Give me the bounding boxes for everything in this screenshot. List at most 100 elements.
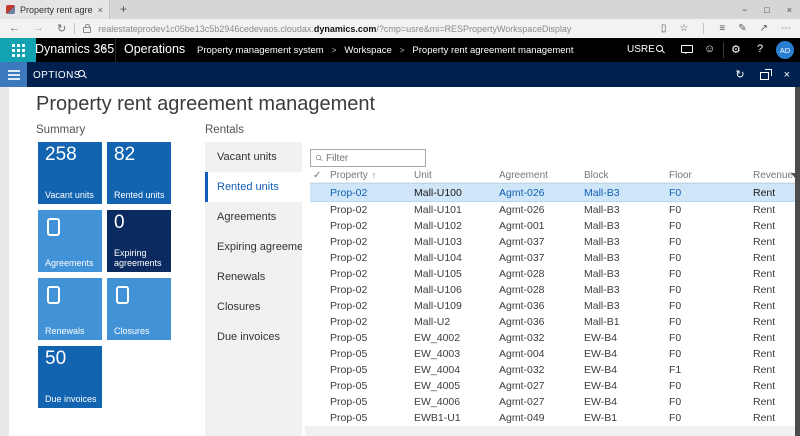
breadcrumb-separator: > bbox=[400, 46, 405, 55]
settings-gear-icon[interactable]: ⚙ bbox=[731, 43, 741, 56]
table-row[interactable]: Prop-02Mall-U2Agmt-036Mall-B1F0Rent bbox=[310, 314, 795, 330]
table-row[interactable]: Prop-02Mall-U106Agmt-028Mall-B3F0Rent bbox=[310, 282, 795, 298]
action-search-icon[interactable] bbox=[78, 70, 85, 77]
browser-tab[interactable]: Property rent agreemer × bbox=[0, 0, 110, 19]
tab-expiring-agreements[interactable]: Expiring agreements bbox=[205, 232, 302, 262]
tab-close-icon[interactable]: × bbox=[98, 5, 103, 15]
tab-renewals[interactable]: Renewals bbox=[205, 262, 302, 292]
table-row[interactable]: Prop-02Mall-U103Agmt-037Mall-B3F0Rent bbox=[310, 234, 795, 250]
table-row[interactable]: Prop-05EW_4004Agmt-032EW-B4F1Rent bbox=[310, 362, 795, 378]
summary-tile-expiring-agreements[interactable]: 0Expiring agreements bbox=[107, 210, 171, 272]
url-suffix: /?cmp=usre&mi=RESPropertyWorkspaceDispla… bbox=[376, 24, 571, 34]
cell-block[interactable]: Mall-B3 bbox=[582, 187, 667, 199]
table-row[interactable]: Prop-02Mall-U101Agmt-026Mall-B3F0Rent bbox=[310, 202, 795, 218]
more-icon[interactable]: ⋯ bbox=[781, 23, 791, 34]
chevron-down-icon[interactable]: ∨ bbox=[101, 43, 107, 52]
close-page-icon[interactable]: × bbox=[784, 69, 790, 81]
table-row[interactable]: Prop-05EW_4002Agmt-032EW-B4F0Rent bbox=[310, 330, 795, 346]
column-header-revenue-type[interactable]: Revenue type bbox=[745, 170, 795, 181]
cell-revenue: Rent bbox=[745, 268, 795, 280]
tile-label: Renewals bbox=[45, 326, 99, 336]
hub-icon[interactable]: ≡ bbox=[719, 23, 725, 34]
table-row[interactable]: Prop-02Mall-U104Agmt-037Mall-B3F0Rent bbox=[310, 250, 795, 266]
breadcrumb-area[interactable]: Workspace bbox=[344, 45, 391, 56]
back-icon[interactable]: ← bbox=[9, 22, 20, 35]
window-minimize-icon[interactable]: − bbox=[742, 5, 747, 15]
cell-floor: F0 bbox=[667, 236, 745, 248]
cell-unit: Mall-U103 bbox=[412, 236, 497, 248]
summary-tile-renewals[interactable]: Renewals bbox=[38, 278, 102, 340]
reading-mode-icon[interactable]: ▯ bbox=[661, 23, 667, 34]
cell-revenue: Rent bbox=[745, 220, 795, 232]
refresh-page-icon[interactable]: ↻ bbox=[735, 68, 744, 81]
cell-revenue: Rent bbox=[745, 252, 795, 264]
cell-agreement[interactable]: Agmt-026 bbox=[497, 187, 582, 199]
new-tab-icon[interactable]: + bbox=[120, 2, 127, 16]
table-row[interactable]: Prop-02Mall-U102Agmt-001Mall-B3F0Rent bbox=[310, 218, 795, 234]
smiley-icon[interactable]: ☺ bbox=[704, 43, 715, 55]
tab-closures[interactable]: Closures bbox=[205, 292, 302, 322]
tab-vacant-units[interactable]: Vacant units bbox=[205, 142, 302, 172]
cell-agreement: Agmt-004 bbox=[497, 348, 582, 360]
nav-menu-button[interactable] bbox=[0, 62, 27, 87]
header-check-icon[interactable]: ✓ bbox=[310, 170, 328, 181]
filter-input[interactable] bbox=[326, 151, 423, 165]
cell-block: Mall-B3 bbox=[582, 204, 667, 216]
table-row[interactable]: Prop-05EW_4005Agmt-027EW-B4F0Rent bbox=[310, 378, 795, 394]
table-row[interactable]: Prop-02Mall-U100Agmt-026Mall-B3F0Rent bbox=[310, 183, 795, 202]
cell-property: Prop-02 bbox=[328, 252, 412, 264]
rentals-section-label: Rentals bbox=[205, 124, 244, 136]
company-picker[interactable]: USRE bbox=[627, 44, 655, 55]
feedback-icon[interactable] bbox=[681, 45, 693, 53]
breadcrumb-module[interactable]: Property management system bbox=[197, 45, 324, 56]
favorites-star-icon[interactable]: ☆ bbox=[679, 23, 688, 34]
annotate-icon[interactable]: ✎ bbox=[738, 23, 746, 34]
cell-unit: Mall-U106 bbox=[412, 284, 497, 296]
table-row[interactable]: Prop-02Mall-U105Agmt-028Mall-B3F0Rent bbox=[310, 266, 795, 282]
cell-floor[interactable]: F0 bbox=[667, 187, 745, 199]
cell-block: EW-B4 bbox=[582, 332, 667, 344]
breadcrumb-page[interactable]: Property rent agreement management bbox=[412, 45, 573, 56]
table-row[interactable]: Prop-05EWB1-U1Agmt-049EW-B1F0Rent bbox=[310, 410, 795, 426]
tile-count: 258 bbox=[45, 144, 77, 166]
window-close-icon[interactable]: × bbox=[787, 5, 792, 15]
summary-tile-vacant-units[interactable]: 258Vacant units bbox=[38, 142, 102, 204]
lock-icon bbox=[83, 27, 91, 33]
column-header-property[interactable]: Property↑ bbox=[328, 170, 412, 181]
table-row[interactable]: Prop-05EW_4006Agmt-027EW-B4F0Rent bbox=[310, 394, 795, 410]
help-icon[interactable]: ? bbox=[757, 43, 763, 55]
summary-tile-agreements[interactable]: Agreements bbox=[38, 210, 102, 272]
column-header-floor[interactable]: Floor bbox=[667, 170, 745, 181]
options-menu[interactable]: OPTIONS bbox=[33, 70, 81, 81]
workspace-panel: Property rent agreement management Summa… bbox=[9, 87, 795, 436]
vertical-scrollbar[interactable] bbox=[795, 87, 800, 436]
cell-agreement: Agmt-037 bbox=[497, 236, 582, 248]
app-launcher-button[interactable] bbox=[0, 38, 36, 62]
forward-icon[interactable]: → bbox=[33, 22, 44, 35]
search-icon[interactable] bbox=[656, 45, 663, 52]
column-header-block[interactable]: Block bbox=[582, 170, 667, 181]
column-header-unit[interactable]: Unit bbox=[412, 170, 497, 181]
sort-ascending-icon: ↑ bbox=[372, 170, 377, 180]
cell-revenue: Rent bbox=[745, 316, 795, 328]
user-avatar[interactable]: AD bbox=[776, 41, 794, 59]
cell-agreement: Agmt-037 bbox=[497, 252, 582, 264]
share-icon[interactable]: ↗ bbox=[760, 23, 768, 34]
column-header-agreement[interactable]: Agreement bbox=[497, 170, 582, 181]
refresh-icon[interactable]: ↻ bbox=[57, 22, 66, 35]
table-row[interactable]: Prop-02Mall-U109Agmt-036Mall-B3F0Rent bbox=[310, 298, 795, 314]
tab-rented-units[interactable]: Rented units bbox=[205, 172, 302, 202]
open-in-new-window-icon[interactable] bbox=[760, 72, 769, 80]
window-maximize-icon[interactable]: □ bbox=[764, 5, 769, 15]
summary-tile-closures[interactable]: Closures bbox=[107, 278, 171, 340]
tab-due-invoices[interactable]: Due invoices bbox=[205, 322, 302, 352]
summary-tile-rented-units[interactable]: 82Rented units bbox=[107, 142, 171, 204]
summary-tile-due-invoices[interactable]: 50Due invoices bbox=[38, 346, 102, 408]
url-field[interactable]: realestateprodev1c05be13c5b2946cedevaos.… bbox=[98, 24, 661, 34]
cell-block: EW-B4 bbox=[582, 364, 667, 376]
cell-property[interactable]: Prop-02 bbox=[328, 187, 412, 199]
table-row[interactable]: Prop-05EW_4003Agmt-004EW-B4F0Rent bbox=[310, 346, 795, 362]
app-name[interactable]: Operations bbox=[124, 42, 185, 56]
tab-agreements[interactable]: Agreements bbox=[205, 202, 302, 232]
cell-floor: F0 bbox=[667, 252, 745, 264]
